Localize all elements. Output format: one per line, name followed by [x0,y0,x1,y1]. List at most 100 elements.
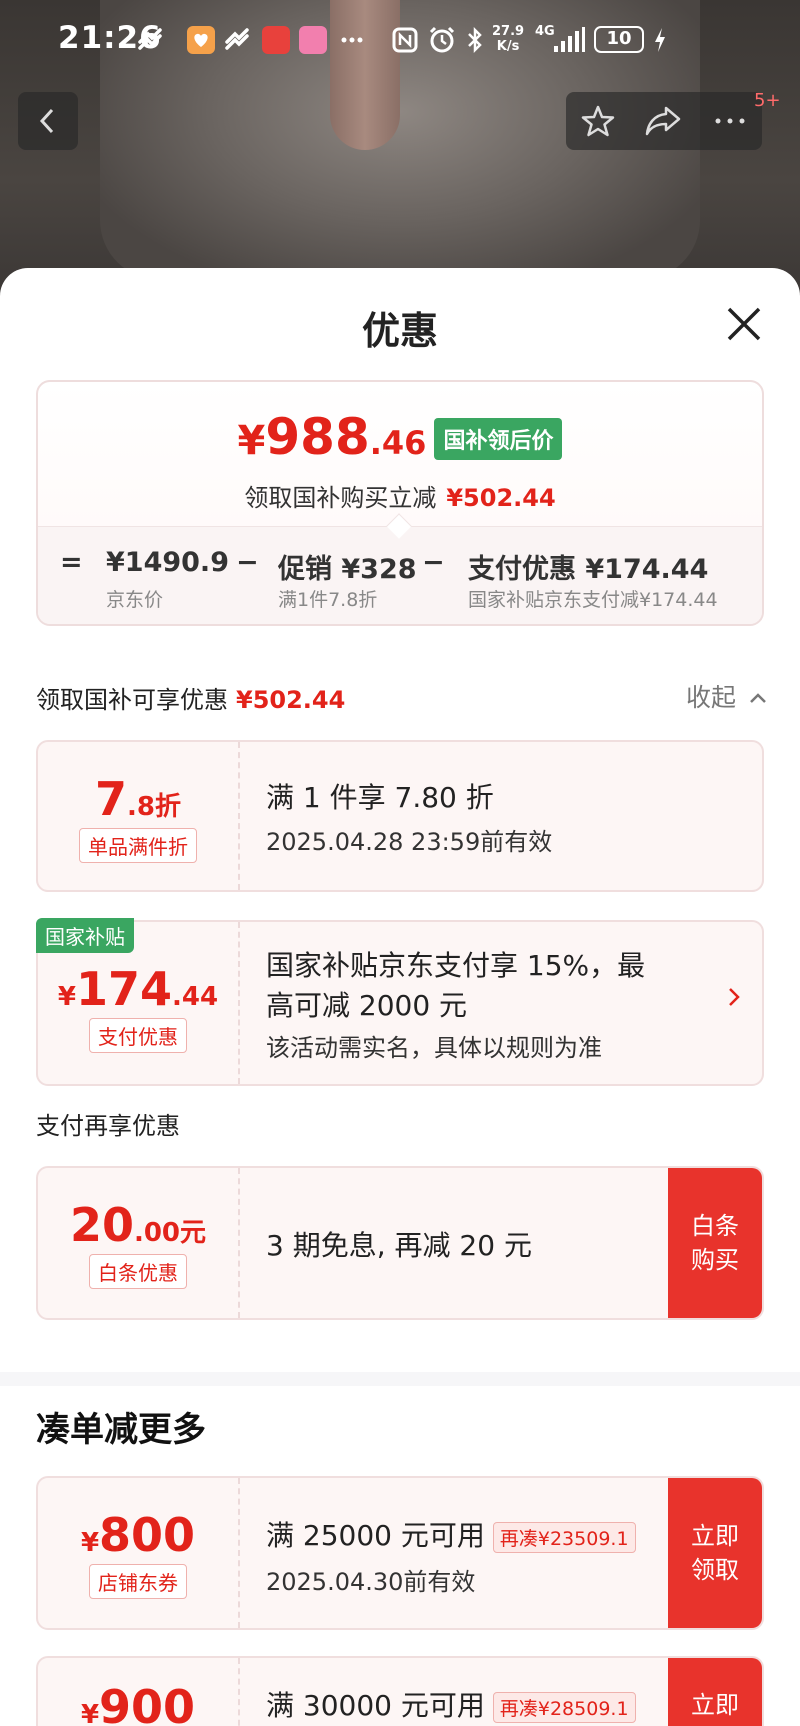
coupon-card-baitiao: 20.00元 白条优惠 3 期免息, 再减 20 元 白条购买 [36,1166,764,1320]
discount-subline-amount: ¥502.44 [446,484,556,512]
coupon-amount-int: 20 [69,1198,134,1252]
coupon-description: 满 25000 元可用 再凑¥23509.1 [266,1514,636,1554]
claim-button[interactable]: 立即 [668,1658,762,1726]
coupon-amount-int: 900 [99,1680,196,1726]
signal-icon [554,27,585,52]
app-notification-icon-2 [225,28,249,50]
top-action-group [566,92,762,150]
discount-subline: 领取国补购买立减 ¥502.44 [38,478,762,513]
coupon-amount: 20.00元 [38,1198,238,1252]
app-pink-icon [299,26,327,54]
more-icon[interactable] [712,104,748,138]
back-button[interactable] [18,92,78,150]
coupon-amount: 7.8折 [38,772,238,826]
coupon-amount-area: 20.00元 白条优惠 [38,1168,240,1318]
promo-amount: 促销 ¥328 [278,554,417,585]
pay-discount-amount: 支付优惠 ¥174.44 [468,554,709,585]
coupon-amount-int: 800 [99,1508,196,1562]
coupon-description: 满 30000 元可用 再凑¥28509.1 [266,1684,636,1724]
coupon-type-tag: 支付优惠 [89,1018,187,1053]
final-price-currency: ¥ [237,418,266,464]
coupon-amount-area: ¥800 店铺东券 [38,1478,240,1628]
star-icon[interactable] [580,104,616,138]
jd-price: ¥1490.9 [106,547,229,578]
coupon-remaining-tag: 再凑¥28509.1 [492,1691,636,1723]
price-summary-card: ¥988.46 国补领后价 领取国补购买立减 ¥502.44 = ¥1490.9 京… [36,380,764,626]
coupon-amount-currency: ¥ [57,982,76,1012]
coupon-validity: 2025.04.30前有效 [266,1568,476,1596]
coupon-amount-unit: .00元 [133,1218,207,1248]
final-price: ¥988.46 [238,408,427,466]
chevron-up-icon [750,693,766,703]
baitiao-buy-label-1: 白条 [691,1212,739,1240]
speed-value: 27.9 [492,24,525,39]
coupon-amount-area: 7.8折 单品满件折 [38,742,240,890]
coupon-description-cont: 高可减 2000 元 [266,989,468,1022]
collapse-toggle[interactable]: 收起 [686,678,768,714]
coupon-amount-currency: ¥ [80,1700,100,1726]
coupon-amount-int: 174 [76,962,173,1016]
section-divider [0,1372,800,1386]
more-notifications-icon [341,37,363,43]
nfc-icon [392,27,418,53]
coupon-amount-area: ¥900 [38,1658,240,1726]
app-food-icon [262,26,290,54]
network-speed: 27.9 K/s [492,24,524,54]
coupon-amount: ¥800 [38,1508,238,1562]
coupon-card-payment[interactable]: ¥174.44 支付优惠 国家补贴京东支付享 15%，最 高可减 2000 元 … [36,920,764,1086]
coupon-type-tag: 白条优惠 [89,1254,187,1289]
price-formula: = ¥1490.9 京东价 − 促销 ¥328 满1件7.8折 − 支付优惠 ¥… [38,513,762,624]
app-notification-icon [138,28,162,50]
chevron-right-icon [729,988,740,1006]
bluetooth-icon [468,26,482,54]
coupon-card-discount[interactable]: 7.8折 单品满件折 满 1 件享 7.80 折 2025.04.28 23:5… [36,740,764,892]
chevron-left-icon [39,108,54,134]
final-price-row: ¥988.46 国补领后价 [38,408,762,466]
coupon-type-tag: 单品满件折 [79,828,197,863]
national-subsidy-amount: ¥502.44 [236,686,346,714]
coupon-amount-unit: .8折 [127,792,181,822]
baitiao-buy-label-2: 购买 [691,1246,739,1274]
coupon-card-store-2: ¥900 满 30000 元可用 再凑¥28509.1 立即 [36,1656,764,1726]
coupon-rule-note: 该活动需实名，具体以规则为准 [266,1034,602,1062]
coupon-amount-int: 7 [95,772,128,826]
collapse-label: 收起 [686,683,737,712]
equals-sign: = [60,547,83,578]
coupon-amount-currency: ¥ [80,1528,100,1558]
baitiao-buy-button[interactable]: 白条 购买 [668,1168,762,1318]
coupon-threshold: 满 30000 元可用 [266,1689,485,1722]
share-icon[interactable] [644,104,682,138]
more-badge: 5+ [754,90,781,111]
claim-button[interactable]: 立即 领取 [668,1478,762,1628]
final-price-int: 988 [265,408,370,466]
pay-discount-label: 国家补贴京东支付减¥174.44 [468,589,718,611]
coupon-description: 3 期免息, 再减 20 元 [266,1229,532,1262]
claim-label: 立即 领取 [691,1519,739,1587]
minus-sign-1: − [236,547,259,578]
coupon-amount-dec: .44 [172,982,219,1012]
promo-label: 满1件7.8折 [278,589,378,611]
charging-icon [655,28,665,52]
coupon-threshold: 满 25000 元可用 [266,1519,485,1552]
national-subsidy-header: 领取国补可享优惠 ¥502.44 [36,680,345,715]
final-price-tag: 国补领后价 [434,418,563,460]
sheet-title: 优惠 [361,309,438,353]
baitiao-buy-label: 白条 购买 [691,1209,739,1277]
final-price-dec: .46 [369,424,427,462]
alarm-icon [429,26,455,53]
national-subsidy-title: 领取国补可享优惠 [36,686,228,714]
speed-unit: K/s [496,39,520,54]
close-icon[interactable] [724,304,764,344]
discount-subline-text: 领取国补购买立减 [244,484,437,512]
coupon-amount: ¥174.44 [38,962,238,1016]
coupon-card-store: ¥800 店铺东券 满 25000 元可用 再凑¥23509.1 2025.04.… [36,1476,764,1630]
coupon-amount: ¥900 [38,1680,238,1726]
more-deals-header: 凑单减更多 [36,1410,206,1450]
national-subsidy-flag: 国家补贴 [36,918,134,953]
pay-extra-header: 支付再享优惠 [36,1112,180,1140]
coupon-description: 国家补贴京东支付享 15%，最 [266,949,646,982]
coupon-validity: 2025.04.28 23:59前有效 [266,828,553,856]
coupon-type-tag: 店铺东券 [89,1564,187,1599]
battery-indicator: 10 [594,26,644,53]
coupon-remaining-tag: 再凑¥23509.1 [492,1521,636,1553]
